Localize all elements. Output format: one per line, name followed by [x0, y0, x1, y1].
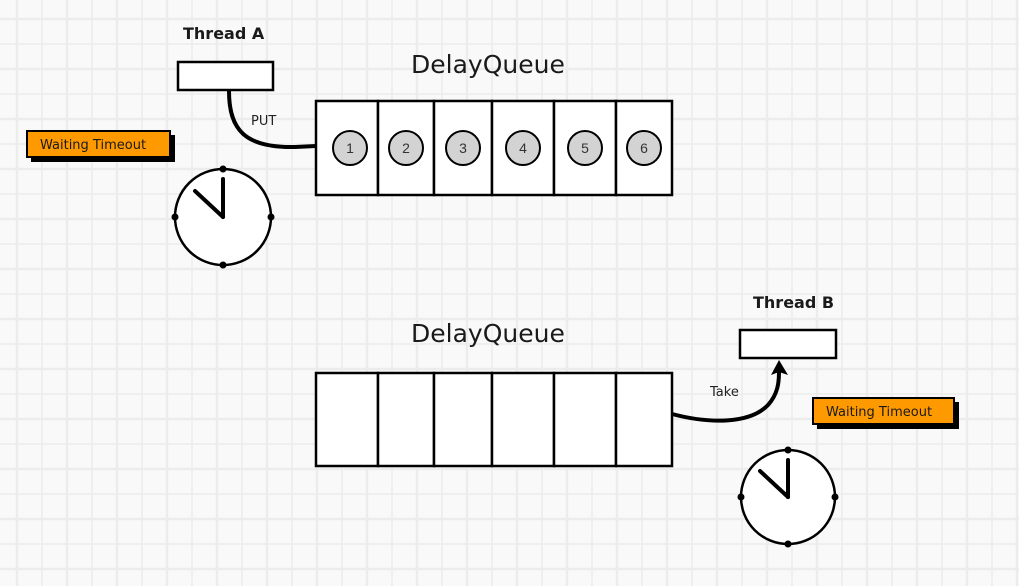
queue-element-label: 5: [581, 140, 589, 156]
queue-cell: [314, 371, 380, 468]
put-arrow-label: PUT: [251, 114, 276, 129]
take-arrow-label: Take: [709, 385, 739, 400]
thread-a-label: Thread A: [183, 24, 265, 43]
queue-cell: [432, 371, 494, 468]
queue-cell: [614, 371, 674, 468]
queue-slot: [614, 371, 674, 468]
queue-cell: [376, 371, 436, 468]
waiting-timeout-badge-b: Waiting Timeout: [812, 397, 959, 429]
queue-cell: 5: [552, 99, 618, 197]
queue-cell: 1: [314, 99, 380, 197]
queue-cell: [490, 371, 556, 468]
thread-b-label: Thread B: [753, 293, 834, 312]
queue-slot: [432, 371, 494, 468]
queue-element-label: 2: [402, 140, 410, 156]
bottom-section: Thread B DelayQueue Take Waiting Timeout: [314, 293, 959, 548]
clock-tick: [219, 165, 227, 173]
queue-element-label: 3: [459, 140, 467, 156]
queue-cell: [552, 371, 618, 468]
clock-tick: [784, 446, 792, 454]
queue-slot: [552, 371, 618, 468]
queue-cell: 4: [490, 99, 556, 197]
queue-slot: [490, 371, 556, 468]
thread-b-box[interactable]: [738, 328, 838, 360]
queue-title-bottom: DelayQueue: [411, 319, 565, 348]
queue-element-label: 4: [519, 140, 527, 156]
queue-cell: 6: [614, 99, 674, 197]
delay-queue-bottom: [314, 371, 674, 468]
clock-icon: [171, 165, 275, 269]
queue-element-label: 1: [346, 140, 354, 156]
queue-cell: 3: [432, 99, 494, 197]
clock-tick: [171, 213, 179, 221]
clock-tick: [831, 493, 839, 501]
queue-cell: 2: [376, 99, 436, 197]
queue-slot: [314, 371, 380, 468]
delayqueue-diagram: Thread A DelayQueue PUT Waiting Timeout …: [26, 24, 959, 548]
delay-queue-top: 1 2 3 4 5 6: [314, 99, 674, 197]
queue-element-label: 6: [640, 140, 648, 156]
clock-tick: [267, 213, 275, 221]
queue-title-top: DelayQueue: [411, 50, 565, 79]
thread-a-box[interactable]: [176, 60, 275, 92]
clock-tick: [737, 493, 745, 501]
top-section: Thread A DelayQueue PUT Waiting Timeout …: [26, 24, 674, 269]
waiting-timeout-badge-a: Waiting Timeout: [26, 130, 175, 162]
clock-tick: [219, 261, 227, 269]
queue-slot: [376, 371, 436, 468]
clock-tick: [784, 540, 792, 548]
badge-label: Waiting Timeout: [40, 138, 146, 153]
badge-label: Waiting Timeout: [826, 405, 932, 420]
clock-icon: [737, 446, 839, 548]
